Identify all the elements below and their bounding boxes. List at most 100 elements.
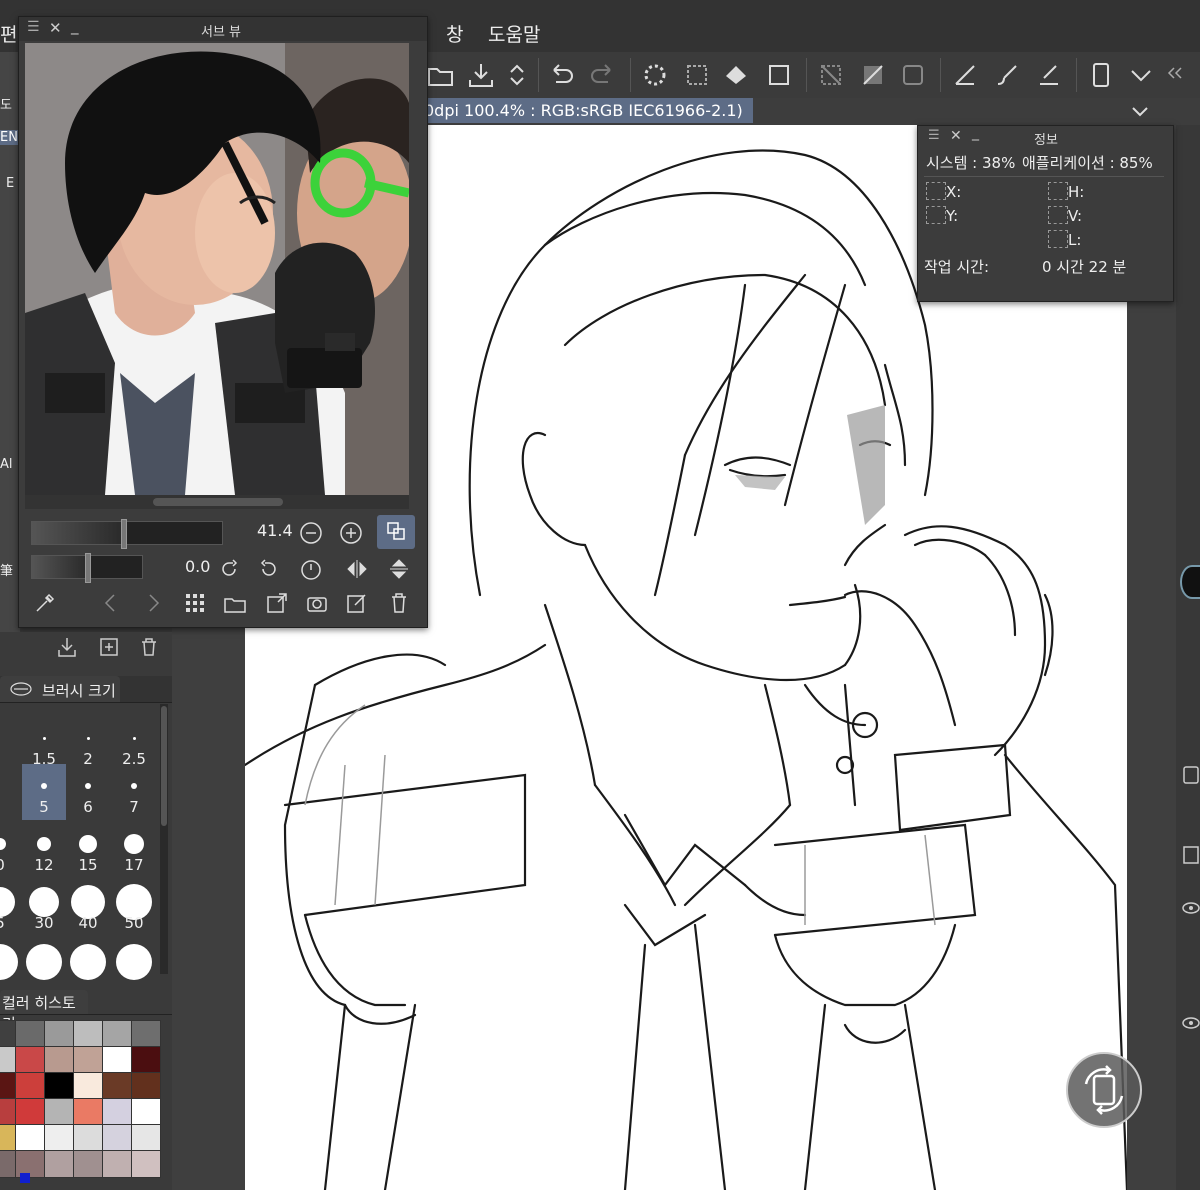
tool-label[interactable]: 도 [0,94,12,113]
color-swatch[interactable] [44,1098,74,1126]
color-swatch[interactable] [102,1072,132,1100]
zoom-out-icon[interactable] [299,521,323,545]
subview-titlebar[interactable]: ☰ ✕ _ 서브 뷰 [19,17,427,41]
color-swatch[interactable] [73,1046,103,1074]
tool-label[interactable]: E [6,176,14,191]
color-swatch[interactable] [102,1150,132,1178]
fit-view-button[interactable] [377,515,415,549]
color-swatch[interactable] [131,1020,161,1048]
color-swatch[interactable] [0,1098,16,1126]
flip-vertical-icon[interactable] [387,557,411,581]
brush-size-option[interactable]: 30 [22,880,66,936]
reset-rotation-icon[interactable] [299,557,323,581]
color-swatch[interactable] [15,1072,45,1100]
loading-icon[interactable] [640,60,670,90]
minimize-icon[interactable]: _ [972,125,979,141]
import-icon[interactable] [56,636,78,658]
open-folder-icon[interactable] [426,60,456,90]
undo-icon[interactable] [546,60,576,90]
edit-icon[interactable] [345,591,369,615]
color-swatch[interactable] [131,1124,161,1152]
color-swatch[interactable] [15,1124,45,1152]
brush-size-option[interactable]: 5 [22,764,66,820]
clear-selection-icon[interactable] [816,60,846,90]
color-swatch[interactable] [73,1150,103,1178]
selection-border-icon[interactable] [898,60,928,90]
previous-icon[interactable] [99,591,123,615]
color-swatch[interactable] [102,1098,132,1126]
transform-icon[interactable] [764,60,794,90]
rotation-slider[interactable] [31,553,143,583]
import-image-icon[interactable] [223,591,247,615]
zoom-in-icon[interactable] [339,521,363,545]
tool-label[interactable]: 筆 [0,560,13,579]
color-swatch[interactable] [0,1124,16,1152]
color-swatch[interactable] [102,1046,132,1074]
scrollbar[interactable] [160,704,168,974]
color-swatch[interactable] [0,1020,16,1048]
color-swatch[interactable] [44,1020,74,1048]
color-swatch[interactable] [15,1020,45,1048]
color-swatch[interactable] [73,1072,103,1100]
eye-icon[interactable] [1182,900,1200,916]
grid-icon[interactable] [183,591,207,615]
color-swatch[interactable] [15,1098,45,1126]
ruler-icon[interactable] [950,60,980,90]
menu-window[interactable]: 창 [446,20,463,47]
device-icon[interactable] [1086,60,1116,90]
chevron-down-icon[interactable] [1126,60,1156,90]
color-swatch[interactable] [73,1020,103,1048]
eyedropper-icon[interactable] [33,591,57,615]
save-icon[interactable] [466,60,496,90]
color-swatch[interactable] [44,1124,74,1152]
export-icon[interactable] [265,591,289,615]
trash-icon[interactable] [387,591,411,615]
add-icon[interactable] [98,636,120,658]
chevron-updown-icon[interactable] [502,60,532,90]
brush-size-option[interactable]: 0 [0,822,22,878]
next-icon[interactable] [141,591,165,615]
color-swatch[interactable] [0,1072,16,1100]
tool-label[interactable]: Al [0,457,13,472]
brush-size-option[interactable]: 40 [66,880,110,936]
color-swatch[interactable] [131,1046,161,1074]
brush-size-option[interactable]: 6 [66,764,110,820]
flip-horizontal-icon[interactable] [345,557,369,581]
menu-icon[interactable]: ☰ [928,128,940,143]
close-icon[interactable]: ✕ [49,19,62,37]
color-swatch[interactable] [73,1124,103,1152]
color-swatch[interactable] [44,1046,74,1074]
menu-help[interactable]: 도움말 [488,20,540,47]
layer-icon[interactable] [1182,765,1200,785]
tab-color-history[interactable]: 컬러 히스토리 [0,990,88,1033]
tool-label[interactable]: EN [0,130,20,145]
redo-icon[interactable] [588,60,618,90]
color-swatch[interactable] [131,1072,161,1100]
color-swatch[interactable] [102,1124,132,1152]
select-icon[interactable] [682,60,712,90]
color-swatch[interactable] [0,1150,16,1178]
rotate-right-icon[interactable] [257,557,281,581]
invert-selection-icon[interactable] [858,60,888,90]
tab-brush-size[interactable]: 브러시 크기 [0,676,120,702]
close-icon[interactable]: ✕ [950,128,962,144]
fill-icon[interactable] [722,60,752,90]
brush-size-option[interactable]: 7 [112,764,156,820]
color-swatch[interactable] [131,1098,161,1126]
color-swatch[interactable] [44,1072,74,1100]
color-swatch[interactable] [0,1046,16,1074]
layer-icon[interactable] [1182,845,1200,865]
trash-icon[interactable] [138,636,160,658]
zoom-slider[interactable] [31,519,223,549]
brush-size-option[interactable]: 15 [66,822,110,878]
chevron-down-icon[interactable] [1128,100,1152,122]
minimize-icon[interactable]: _ [71,17,79,35]
color-swatch[interactable] [73,1098,103,1126]
brush-size-option[interactable]: 17 [112,822,156,878]
menu-edit[interactable]: 편 [0,20,17,47]
menu-icon[interactable]: ☰ [27,19,40,35]
pen-icon[interactable] [1034,60,1064,90]
color-swatch[interactable] [131,1150,161,1178]
quick-access-button[interactable] [1066,1052,1142,1128]
brush-size-option[interactable]: 50 [112,880,156,936]
